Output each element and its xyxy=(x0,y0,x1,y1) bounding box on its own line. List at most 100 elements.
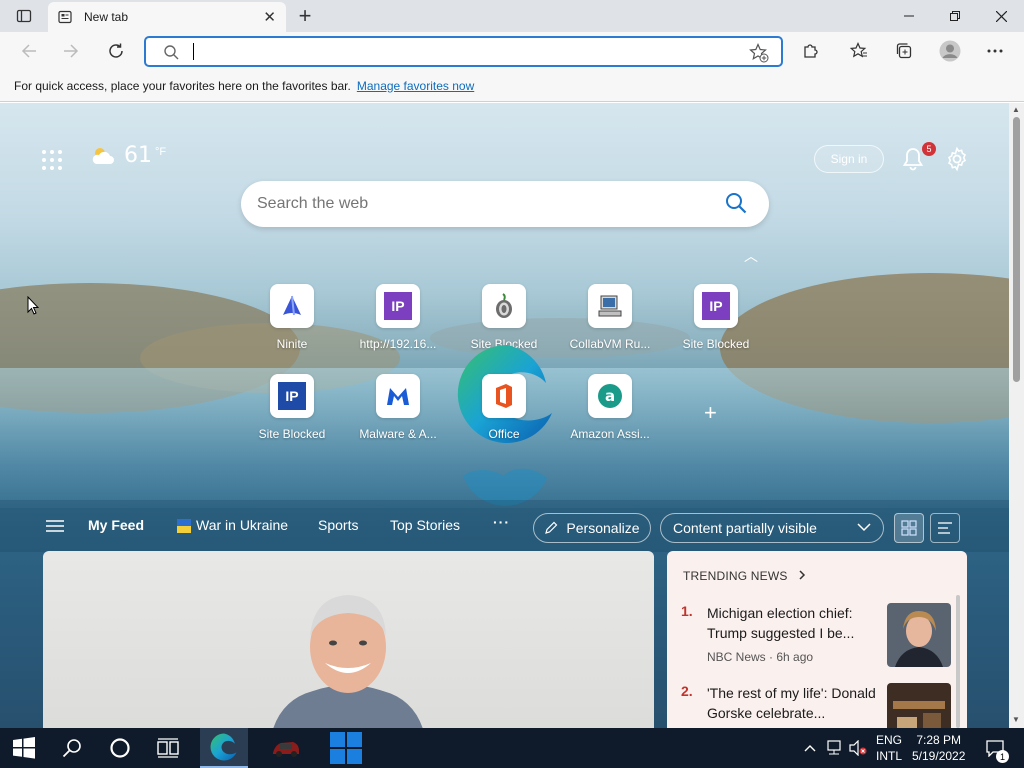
add-site-icon[interactable]: + xyxy=(704,400,717,426)
tile-label: Ninite xyxy=(276,337,308,351)
media-app-taskbar-button[interactable] xyxy=(262,728,310,768)
volume-tray-button[interactable] xyxy=(846,728,870,768)
collections-button[interactable] xyxy=(889,36,919,66)
title-bar: New tab ✕ + xyxy=(0,0,1024,32)
tab-actions-button[interactable] xyxy=(8,6,40,26)
web-search-input[interactable] xyxy=(257,193,697,215)
clock-date: 5/19/2022 xyxy=(912,749,966,763)
tile-icon-frame: IP xyxy=(376,284,420,328)
content-visibility-value: Content partially visible xyxy=(673,520,817,536)
scroll-down-arrow-icon[interactable]: ▼ xyxy=(1012,715,1020,724)
feed-tab-war-in-ukraine[interactable]: War in Ukraine xyxy=(196,517,288,533)
cortana-button[interactable] xyxy=(96,728,144,768)
settings-more-button[interactable] xyxy=(980,36,1010,66)
windows-logo-icon xyxy=(13,737,35,759)
car-app-icon xyxy=(273,742,299,757)
forward-button[interactable] xyxy=(56,36,86,66)
quick-link-tile[interactable]: Ninite xyxy=(247,284,337,364)
tile-label: Site Blocked xyxy=(258,427,326,441)
profile-button[interactable] xyxy=(935,36,965,66)
grid-layout-icon xyxy=(901,520,917,536)
search-icon xyxy=(62,739,81,758)
add-favorite-icon[interactable] xyxy=(749,43,769,63)
quick-link-tile[interactable]: Malware & A... xyxy=(353,374,443,454)
feed-tab-my-feed[interactable]: My Feed xyxy=(88,517,144,533)
chevron-down-icon xyxy=(857,523,871,532)
refresh-button[interactable] xyxy=(101,36,131,66)
avatar-icon xyxy=(939,40,961,62)
quick-link-tile[interactable]: CollabVM Ru... xyxy=(565,284,655,364)
windows-app-taskbar-button[interactable] xyxy=(322,728,370,768)
trending-news-card: TRENDING NEWS 1. Michigan election chief… xyxy=(667,551,967,728)
notification-badge: 5 xyxy=(922,142,936,156)
ip-icon: IP xyxy=(702,292,730,320)
tab-new-tab[interactable]: New tab ✕ xyxy=(48,2,286,32)
favorites-button[interactable] xyxy=(844,36,874,66)
chevron-right-icon xyxy=(799,570,806,580)
web-search-box[interactable] xyxy=(241,181,769,227)
hero-news-card[interactable] xyxy=(43,551,654,728)
network-tray-button[interactable] xyxy=(822,728,846,768)
scrollbar-thumb[interactable] xyxy=(1013,117,1020,382)
tile-icon-frame xyxy=(482,374,526,418)
feed-tab-top-stories[interactable]: Top Stories xyxy=(390,517,460,533)
apps-grid-icon[interactable] xyxy=(40,148,64,172)
new-tab-button[interactable]: + xyxy=(292,3,318,28)
restore-button[interactable] xyxy=(932,0,978,32)
back-button[interactable] xyxy=(14,36,44,66)
scroll-up-arrow-icon[interactable]: ▲ xyxy=(1012,105,1020,114)
feed-tab-sports[interactable]: Sports xyxy=(318,517,358,533)
search-taskbar-button[interactable] xyxy=(48,728,96,768)
tile-icon-frame: IP xyxy=(694,284,738,328)
minimize-button[interactable] xyxy=(886,0,932,32)
trending-source: NBC News · 6h ago xyxy=(707,650,814,664)
content-visibility-dropdown[interactable]: Content partially visible xyxy=(660,513,884,543)
quick-link-tile[interactable]: IP Site Blocked xyxy=(671,284,761,364)
trending-scrollbar[interactable] xyxy=(956,595,960,728)
quick-link-tile[interactable]: IP http://192.16... xyxy=(353,284,443,364)
tile-icon-frame: a xyxy=(588,374,632,418)
windows-taskbar: ENG INTL 7:28 PM 5/19/2022 1 xyxy=(0,728,1024,768)
address-input[interactable] xyxy=(190,42,730,61)
computer-icon xyxy=(598,295,622,317)
refresh-icon xyxy=(109,43,123,58)
collections-icon xyxy=(896,43,912,59)
tor-icon xyxy=(496,293,512,318)
task-view-button[interactable] xyxy=(144,728,192,768)
gear-icon[interactable] xyxy=(944,146,970,172)
network-icon xyxy=(827,740,841,755)
weather-widget[interactable]: 61 °F xyxy=(90,143,166,168)
search-icon xyxy=(164,45,179,60)
hamburger-menu-icon[interactable] xyxy=(46,520,64,532)
newtab-page-icon xyxy=(58,10,72,24)
close-tab-icon[interactable]: ✕ xyxy=(263,8,276,26)
quick-link-tile[interactable]: IP Site Blocked xyxy=(247,374,337,454)
quick-link-tile[interactable]: Office xyxy=(459,374,549,454)
trending-headline: 'The rest of my life': Donald Gorske cel… xyxy=(707,685,876,721)
more-feed-tabs-button[interactable]: ··· xyxy=(493,514,510,530)
start-button[interactable] xyxy=(0,728,48,768)
favorites-hint: For quick access, place your favorites h… xyxy=(14,78,351,93)
manage-favorites-link[interactable]: Manage favorites now xyxy=(357,79,474,93)
ip-icon: IP xyxy=(384,292,412,320)
quick-link-tile[interactable]: a Amazon Assi... xyxy=(565,374,655,454)
extensions-button[interactable] xyxy=(796,36,826,66)
address-bar[interactable] xyxy=(144,36,783,67)
close-window-button[interactable] xyxy=(978,0,1024,32)
page-scrollbar[interactable]: ▲ ▼ xyxy=(1009,103,1024,728)
input-language-indicator[interactable]: ENG INTL xyxy=(876,732,902,764)
search-icon[interactable] xyxy=(725,192,747,214)
clock[interactable]: 7:28 PM 5/19/2022 xyxy=(912,732,965,764)
sign-in-button[interactable]: Sign in xyxy=(814,145,884,173)
tab-actions-icon xyxy=(16,9,32,23)
tile-icon-frame xyxy=(376,374,420,418)
cortana-circle-icon xyxy=(110,738,130,758)
edge-taskbar-button[interactable] xyxy=(200,728,248,768)
trending-header[interactable]: TRENDING NEWS xyxy=(683,569,807,583)
personalize-button[interactable]: Personalize xyxy=(533,513,651,543)
action-center-button[interactable]: 1 xyxy=(980,728,1010,768)
show-hidden-icons-button[interactable] xyxy=(798,728,822,768)
collapse-quick-links-icon[interactable]: ︿ xyxy=(744,246,758,266)
grid-layout-button[interactable] xyxy=(894,513,924,543)
list-layout-button[interactable] xyxy=(930,513,960,543)
